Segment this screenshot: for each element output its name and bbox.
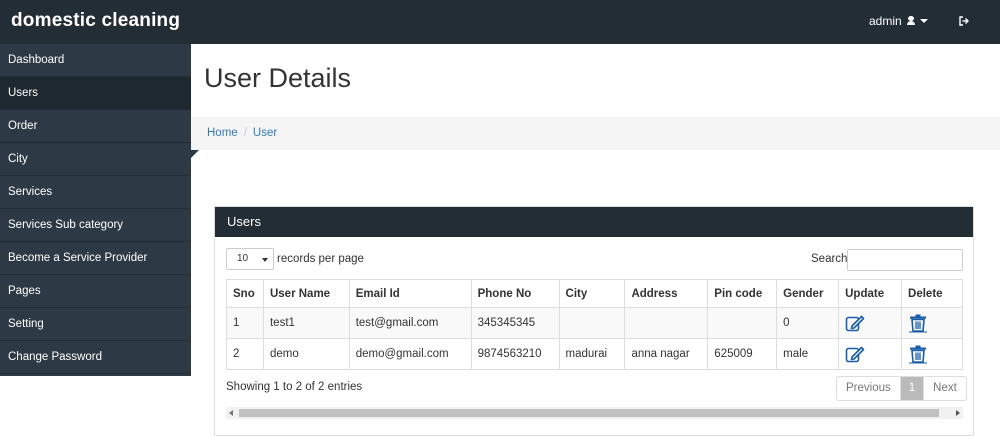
page-title: User Details — [204, 63, 352, 93]
user-menu[interactable]: admin — [869, 14, 928, 28]
sidebar-item-order[interactable]: Order — [0, 110, 191, 143]
users-panel: Users 10 records per page Search: Sno Us… — [214, 206, 974, 436]
sidebar-item-change-password[interactable]: Change Password — [0, 341, 191, 374]
sign-out-icon[interactable] — [959, 16, 969, 26]
column-header-address[interactable]: Address — [624, 279, 709, 308]
breadcrumb: Home / User — [191, 117, 1000, 150]
panel-title: Users — [215, 207, 973, 237]
cell-address: anna nagar — [624, 338, 709, 370]
trash-icon[interactable] — [908, 313, 928, 333]
sidebar-item-services[interactable]: Services — [0, 176, 191, 209]
cell-delete — [901, 307, 963, 339]
top-navbar: domestic cleaning admin — [0, 0, 1000, 44]
column-header-sno[interactable]: Sno — [226, 279, 264, 308]
cell-sno: 1 — [226, 307, 264, 339]
user-menu-label: admin — [869, 14, 902, 28]
edit-icon[interactable] — [845, 344, 865, 364]
scroll-left-icon[interactable] — [229, 410, 233, 416]
user-icon — [906, 16, 915, 26]
column-header-email[interactable]: Email Id — [348, 279, 472, 308]
pagination: Previous 1 Next — [836, 376, 967, 401]
cell-pin-code — [707, 307, 778, 339]
cell-sno: 2 — [226, 338, 264, 370]
column-header-pin-code[interactable]: Pin code — [707, 279, 778, 308]
cell-gender: 0 — [776, 307, 840, 339]
table-info: Showing 1 to 2 of 2 entries — [226, 381, 363, 393]
sidebar-item-city[interactable]: City — [0, 143, 191, 176]
cell-city — [558, 307, 626, 339]
cell-user-name: demo — [262, 338, 350, 370]
cell-update — [838, 338, 903, 370]
main-content: User Details Home / User Users 10 records … — [191, 44, 1000, 436]
cell-user-name: test1 — [262, 307, 350, 339]
sidebar-item-pages[interactable]: Pages — [0, 275, 191, 308]
sidebar-item-dashboard[interactable]: Dashboard — [0, 44, 191, 77]
cell-city: madurai — [558, 338, 626, 370]
breadcrumb-home-link[interactable]: Home — [207, 127, 238, 139]
pagination-previous-button[interactable]: Previous — [837, 377, 900, 400]
column-header-gender[interactable]: Gender — [776, 279, 840, 308]
cell-gender: male — [776, 338, 840, 370]
cell-address — [624, 307, 709, 339]
column-header-phone[interactable]: Phone No — [470, 279, 560, 308]
edit-icon[interactable] — [845, 313, 865, 333]
users-table: Sno User Name Email Id Phone No City Add… — [226, 279, 963, 370]
column-header-delete[interactable]: Delete — [901, 279, 963, 308]
sidebar-item-services-sub-category[interactable]: Services Sub category — [0, 209, 191, 242]
cell-phone: 345345345 — [470, 307, 560, 339]
pagination-next-button[interactable]: Next — [924, 377, 966, 400]
breadcrumb-current[interactable]: User — [253, 127, 277, 139]
cell-phone: 9874563210 — [470, 338, 560, 370]
search-label: Search: — [811, 253, 851, 265]
cell-update — [838, 307, 903, 339]
records-per-page-select[interactable]: 10 — [226, 248, 274, 270]
cell-delete — [901, 338, 963, 370]
sidebar-item-users[interactable]: Users — [0, 77, 191, 110]
horizontal-scrollbar[interactable] — [226, 407, 963, 419]
breadcrumb-separator: / — [243, 127, 247, 139]
trash-icon[interactable] — [908, 344, 928, 364]
records-per-page-value: 10 — [237, 253, 249, 264]
sidebar-item-become-service-provider[interactable]: Become a Service Provider — [0, 242, 191, 275]
pagination-page-1[interactable]: 1 — [899, 377, 925, 400]
scrollbar-thumb[interactable] — [239, 409, 939, 417]
table-row: 2 demo demo@gmail.com 9874563210 madurai… — [226, 338, 963, 370]
cell-email: demo@gmail.com — [348, 338, 472, 370]
column-header-city[interactable]: City — [558, 279, 626, 308]
chevron-down-icon — [262, 258, 268, 262]
scroll-right-icon[interactable] — [956, 410, 960, 416]
chevron-down-icon — [919, 19, 928, 23]
records-per-page-label: records per page — [277, 253, 364, 265]
cell-email: test@gmail.com — [348, 307, 472, 339]
sidebar: Dashboard Users Order City Services Serv… — [0, 44, 191, 376]
sidebar-item-setting[interactable]: Setting — [0, 308, 191, 341]
search-input[interactable] — [847, 249, 963, 271]
table-row: 1 test1 test@gmail.com 345345345 0 — [226, 307, 963, 339]
table-header-row: Sno User Name Email Id Phone No City Add… — [226, 279, 963, 308]
brand-title[interactable]: domestic cleaning — [11, 10, 180, 32]
column-header-update[interactable]: Update — [838, 279, 903, 308]
cell-pin-code: 625009 — [707, 338, 778, 370]
column-header-user-name[interactable]: User Name — [262, 279, 350, 308]
